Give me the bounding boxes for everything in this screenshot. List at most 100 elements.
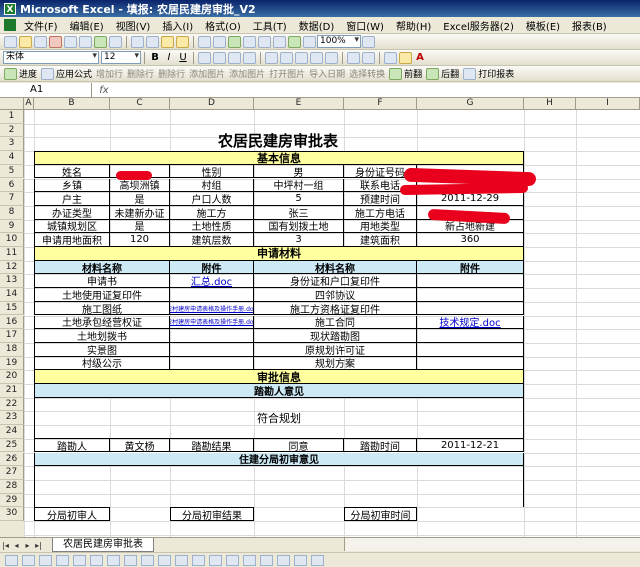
progress-button[interactable]: 进度 bbox=[19, 67, 37, 80]
row-header[interactable]: 20 bbox=[0, 370, 24, 384]
menu-help[interactable]: 帮助(H) bbox=[390, 18, 437, 33]
dash-style-icon[interactable] bbox=[260, 554, 273, 566]
row-header[interactable]: 13 bbox=[0, 274, 24, 289]
percent-icon[interactable] bbox=[280, 51, 293, 64]
autoshapes-icon[interactable] bbox=[39, 554, 52, 566]
new-icon[interactable] bbox=[4, 35, 17, 48]
draw-menu-icon[interactable] bbox=[5, 554, 18, 566]
copy-icon[interactable] bbox=[146, 35, 159, 48]
row-header[interactable]: 12 bbox=[0, 260, 24, 275]
menu-data[interactable]: 数据(D) bbox=[293, 18, 341, 33]
row-header[interactable]: 25 bbox=[0, 438, 24, 453]
column-header-e[interactable]: E bbox=[254, 98, 344, 110]
increase-indent-icon[interactable] bbox=[362, 51, 375, 64]
apply-formula-button[interactable]: 应用公式 bbox=[56, 67, 92, 80]
attachment-link[interactable]: 技术规定.doc bbox=[417, 315, 524, 330]
picture-icon[interactable] bbox=[175, 554, 188, 566]
row-header[interactable]: 22 bbox=[0, 397, 24, 412]
cut-icon[interactable] bbox=[131, 35, 144, 48]
row-header[interactable]: 18 bbox=[0, 342, 24, 357]
row-header[interactable]: 27 bbox=[0, 466, 24, 480]
clipart-icon[interactable] bbox=[158, 554, 171, 566]
delete-row-button[interactable]: 删除行 bbox=[127, 67, 154, 80]
font-color-draw-icon[interactable] bbox=[226, 554, 239, 566]
spelling-icon[interactable] bbox=[94, 35, 107, 48]
row-header[interactable]: 5 bbox=[0, 164, 24, 179]
print-icon[interactable] bbox=[64, 35, 77, 48]
sort-descending-icon[interactable] bbox=[273, 35, 286, 48]
previous-button[interactable]: 前翻 bbox=[404, 67, 422, 80]
decrease-indent-icon[interactable] bbox=[347, 51, 360, 64]
zoom-select[interactable]: 100% bbox=[317, 35, 361, 48]
undo-icon[interactable] bbox=[198, 35, 211, 48]
line-style-icon[interactable] bbox=[243, 554, 256, 566]
currency-icon[interactable] bbox=[265, 51, 278, 64]
row-header[interactable]: 4 bbox=[0, 151, 24, 165]
progress-icon[interactable] bbox=[4, 67, 17, 80]
permission-icon[interactable] bbox=[49, 35, 62, 48]
line-icon[interactable] bbox=[56, 554, 69, 566]
add-row-button[interactable]: 增加行 bbox=[96, 67, 123, 80]
row-header[interactable]: 11 bbox=[0, 247, 24, 261]
decrease-decimal-icon[interactable] bbox=[325, 51, 338, 64]
column-header-h[interactable]: H bbox=[524, 98, 576, 110]
comma-icon[interactable] bbox=[295, 51, 308, 64]
underline-icon[interactable]: U bbox=[176, 52, 190, 63]
row-header[interactable]: 29 bbox=[0, 493, 24, 508]
menu-view[interactable]: 视图(V) bbox=[110, 18, 157, 33]
align-right-icon[interactable] bbox=[228, 51, 241, 64]
next-icon[interactable] bbox=[426, 67, 440, 80]
previous-icon[interactable] bbox=[389, 67, 403, 80]
row-header[interactable]: 24 bbox=[0, 425, 24, 439]
attachment-link[interactable]: 汇总.doc bbox=[170, 274, 254, 289]
shadow-icon[interactable] bbox=[294, 554, 307, 566]
row-header[interactable]: 7 bbox=[0, 192, 24, 206]
menu-report[interactable]: 报表(B) bbox=[566, 18, 613, 33]
bold-icon[interactable]: B bbox=[148, 52, 162, 63]
drawing-icon[interactable] bbox=[303, 35, 316, 48]
name-box[interactable]: A1 bbox=[0, 83, 92, 97]
row-header[interactable]: 8 bbox=[0, 205, 24, 220]
import-date-button[interactable]: 导入日期 bbox=[309, 67, 345, 80]
row-header[interactable]: 21 bbox=[0, 384, 24, 398]
font-name-select[interactable]: 宋体 bbox=[3, 51, 99, 64]
research-icon[interactable] bbox=[109, 35, 122, 48]
open-icon[interactable] bbox=[19, 35, 32, 48]
attachment-link[interactable]: 农村建房申请表格及操作手册.doc bbox=[170, 315, 254, 330]
menu-excel-server[interactable]: Excel服务器(2) bbox=[437, 18, 520, 33]
row-header[interactable]: 16 bbox=[0, 315, 24, 330]
select-objects-icon[interactable] bbox=[22, 554, 35, 566]
row-header[interactable]: 14 bbox=[0, 288, 24, 302]
menu-insert[interactable]: 插入(I) bbox=[156, 18, 199, 33]
row-header[interactable]: 26 bbox=[0, 452, 24, 467]
hyperlink-icon[interactable] bbox=[228, 35, 241, 48]
arrow-style-icon[interactable] bbox=[277, 554, 290, 566]
rectangle-icon[interactable] bbox=[90, 554, 103, 566]
add-image-button-2[interactable]: 添加图片 bbox=[229, 67, 265, 80]
column-header-c[interactable]: C bbox=[110, 98, 170, 110]
italic-icon[interactable]: I bbox=[162, 52, 176, 63]
first-sheet-icon[interactable]: |◂ bbox=[0, 540, 11, 551]
font-size-select[interactable]: 12 bbox=[101, 51, 141, 64]
row-header[interactable]: 9 bbox=[0, 219, 24, 234]
textbox-icon[interactable] bbox=[124, 554, 137, 566]
fx-icon[interactable]: fx bbox=[92, 85, 116, 96]
menu-window[interactable]: 窗口(W) bbox=[340, 18, 390, 33]
prev-sheet-icon[interactable]: ◂ bbox=[11, 540, 22, 551]
oval-icon[interactable] bbox=[107, 554, 120, 566]
align-center-icon[interactable] bbox=[213, 51, 226, 64]
3d-icon[interactable] bbox=[311, 554, 324, 566]
select-all-corner[interactable] bbox=[0, 98, 24, 110]
autosum-icon[interactable] bbox=[243, 35, 256, 48]
row-header[interactable]: 3 bbox=[0, 137, 24, 152]
column-header-g[interactable]: G bbox=[417, 98, 524, 110]
formula-input[interactable] bbox=[116, 83, 640, 97]
arrow-icon[interactable] bbox=[73, 554, 86, 566]
add-image-button[interactable]: 添加图片 bbox=[189, 67, 225, 80]
row-header[interactable]: 10 bbox=[0, 233, 24, 247]
help-icon[interactable] bbox=[362, 35, 375, 48]
borders-icon[interactable] bbox=[384, 51, 397, 64]
open-image-button[interactable]: 打开图片 bbox=[269, 67, 305, 80]
row-header[interactable]: 6 bbox=[0, 178, 24, 193]
align-left-icon[interactable] bbox=[198, 51, 211, 64]
